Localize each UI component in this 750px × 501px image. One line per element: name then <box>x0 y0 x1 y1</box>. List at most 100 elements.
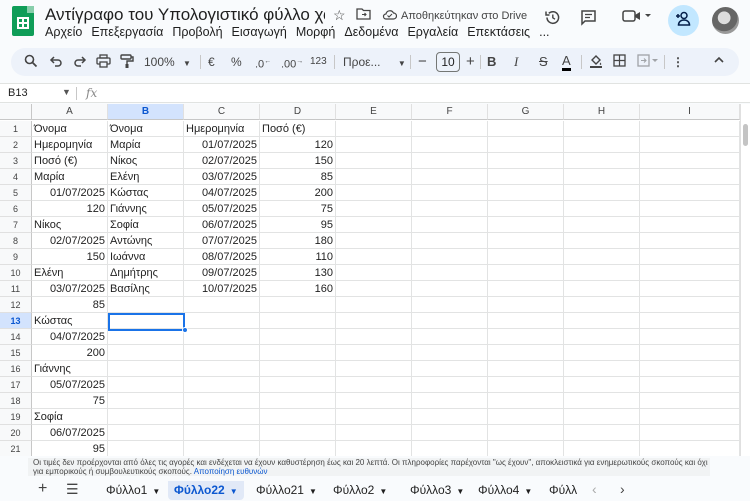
sheet-tab-menu-icon[interactable]: ▼ <box>309 487 317 496</box>
fill-handle[interactable] <box>182 327 188 333</box>
table-cell[interactable]: Βασίλης <box>108 281 184 297</box>
table-cell[interactable] <box>564 233 640 249</box>
table-cell[interactable] <box>488 281 564 297</box>
table-cell[interactable] <box>336 393 412 409</box>
number-format-button[interactable]: 123 <box>310 54 327 70</box>
table-cell[interactable] <box>564 345 640 361</box>
increase-decimal-button[interactable]: .00→ <box>281 54 303 71</box>
paint-format-icon[interactable] <box>120 54 134 70</box>
table-cell[interactable] <box>108 441 184 456</box>
menu-view[interactable]: Προβολή <box>172 25 222 39</box>
sheet-tab[interactable]: Φύλλο4 ▼ <box>472 481 538 500</box>
table-cell[interactable]: 130 <box>260 265 336 281</box>
comment-icon[interactable] <box>580 9 597 31</box>
scroll-tabs-left-icon[interactable]: ‹ <box>592 481 597 497</box>
table-cell[interactable]: Σοφία <box>32 409 108 425</box>
table-cell[interactable] <box>564 265 640 281</box>
sheets-logo-icon[interactable] <box>12 6 34 36</box>
table-cell[interactable] <box>488 425 564 441</box>
sheet-tab[interactable]: Φύλλο3 ▼ <box>404 481 470 500</box>
table-cell[interactable] <box>336 265 412 281</box>
table-cell[interactable] <box>564 441 640 456</box>
table-cell[interactable] <box>640 153 740 169</box>
sheet-tab-menu-icon[interactable]: ▼ <box>379 487 387 496</box>
table-cell[interactable] <box>488 153 564 169</box>
row-header[interactable]: 10 <box>0 265 32 281</box>
table-cell[interactable] <box>564 201 640 217</box>
table-cell[interactable] <box>640 409 740 425</box>
table-cell[interactable] <box>640 169 740 185</box>
undo-icon[interactable] <box>49 54 63 70</box>
table-cell[interactable]: 180 <box>260 233 336 249</box>
table-cell[interactable]: 01/07/2025 <box>184 137 260 153</box>
table-cell[interactable] <box>184 377 260 393</box>
table-cell[interactable]: Κώστας <box>108 185 184 201</box>
table-cell[interactable]: Ημερομηνία <box>184 121 260 137</box>
row-header[interactable]: 20 <box>0 425 32 441</box>
table-cell[interactable] <box>108 377 184 393</box>
row-header[interactable]: 3 <box>0 153 32 169</box>
column-header-f[interactable]: F <box>412 104 488 120</box>
table-cell[interactable] <box>260 377 336 393</box>
table-cell[interactable] <box>336 441 412 456</box>
table-cell[interactable]: 75 <box>32 393 108 409</box>
table-cell[interactable] <box>336 329 412 345</box>
table-cell[interactable]: 200 <box>32 345 108 361</box>
table-cell[interactable] <box>184 393 260 409</box>
table-cell[interactable]: Νίκος <box>108 153 184 169</box>
table-cell[interactable] <box>412 201 488 217</box>
table-cell[interactable] <box>488 233 564 249</box>
table-cell[interactable] <box>488 217 564 233</box>
row-header[interactable]: 8 <box>0 233 32 249</box>
account-avatar[interactable] <box>712 7 739 34</box>
text-color-button[interactable]: A <box>562 54 571 71</box>
table-cell[interactable] <box>488 361 564 377</box>
table-cell[interactable] <box>412 409 488 425</box>
table-cell[interactable] <box>564 425 640 441</box>
table-cell[interactable] <box>412 217 488 233</box>
saved-status[interactable]: Αποθηκεύτηκαν στο Drive <box>382 9 527 23</box>
table-cell[interactable] <box>412 377 488 393</box>
add-sheet-icon[interactable]: + <box>38 480 47 498</box>
row-header[interactable]: 2 <box>0 137 32 153</box>
table-cell[interactable]: Κώστας <box>32 313 108 329</box>
table-cell[interactable]: Ιωάννα <box>108 249 184 265</box>
table-cell[interactable]: 09/07/2025 <box>184 265 260 281</box>
column-header-c[interactable]: C <box>184 104 260 120</box>
table-cell[interactable] <box>260 441 336 456</box>
row-header[interactable]: 12 <box>0 297 32 313</box>
table-cell[interactable]: 03/07/2025 <box>184 169 260 185</box>
table-cell[interactable] <box>488 409 564 425</box>
sheet-tab-menu-icon[interactable]: ▼ <box>456 487 464 496</box>
table-cell[interactable] <box>412 169 488 185</box>
all-sheets-menu-icon[interactable]: ☰ <box>66 481 79 498</box>
table-cell[interactable]: 200 <box>260 185 336 201</box>
table-cell[interactable] <box>412 393 488 409</box>
table-cell[interactable] <box>640 233 740 249</box>
row-header[interactable]: 18 <box>0 393 32 409</box>
table-cell[interactable] <box>108 297 184 313</box>
name-box-dropdown-icon[interactable]: ▼ <box>62 87 71 97</box>
table-cell[interactable] <box>564 249 640 265</box>
table-cell[interactable] <box>108 361 184 377</box>
table-cell[interactable]: Νίκος <box>32 217 108 233</box>
table-cell[interactable] <box>108 409 184 425</box>
collapse-toolbar-icon[interactable] <box>713 54 725 70</box>
font-family-select[interactable]: Προε... ▼ <box>343 54 406 70</box>
table-cell[interactable]: 03/07/2025 <box>32 281 108 297</box>
table-cell[interactable] <box>412 233 488 249</box>
sheet-tab-menu-icon[interactable]: ▼ <box>152 487 160 496</box>
table-cell[interactable] <box>564 281 640 297</box>
table-cell[interactable]: 04/07/2025 <box>32 329 108 345</box>
fill-color-icon[interactable] <box>589 54 603 70</box>
table-cell[interactable] <box>640 441 740 456</box>
percent-format-button[interactable]: % <box>231 54 242 70</box>
table-cell[interactable] <box>640 313 740 329</box>
table-cell[interactable] <box>564 121 640 137</box>
table-cell[interactable] <box>412 121 488 137</box>
table-cell[interactable] <box>260 313 336 329</box>
row-header[interactable]: 21 <box>0 441 32 456</box>
column-header-h[interactable]: H <box>564 104 640 120</box>
column-header-d[interactable]: D <box>260 104 336 120</box>
table-cell[interactable]: Ποσό (€) <box>32 153 108 169</box>
